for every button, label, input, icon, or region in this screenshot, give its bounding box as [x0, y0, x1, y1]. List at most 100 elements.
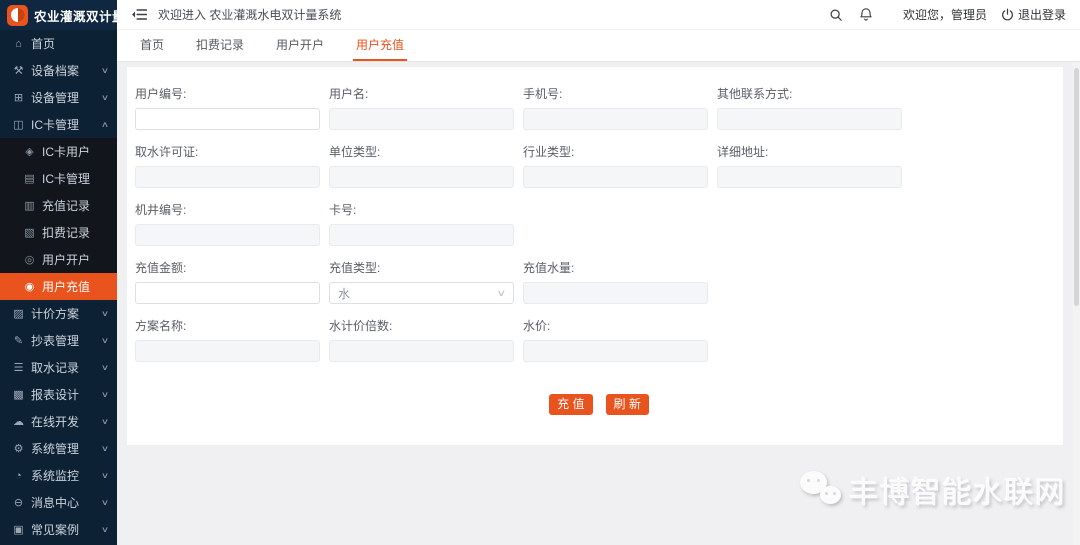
- chevron-down-icon: ∨: [101, 66, 109, 75]
- chevron-down-icon: ∨: [101, 525, 109, 534]
- sidebar-item-account-opening[interactable]: ◎ 用户开户: [0, 246, 117, 273]
- search-icon[interactable]: [821, 8, 851, 22]
- well-no-input: [135, 224, 320, 246]
- header-actions: 欢迎您，管理员 退出登录: [821, 6, 1066, 23]
- user-no-input[interactable]: [135, 108, 320, 130]
- field-label: 充值金额:: [135, 262, 329, 274]
- field-label: 用户编号:: [135, 88, 329, 100]
- sidebar-item-label: 报表设计: [31, 386, 96, 403]
- chevron-down-icon: ∨: [497, 288, 507, 299]
- recharge-volume-input: [523, 282, 708, 304]
- sidebar-item-label: IC卡管理: [31, 116, 96, 133]
- tab-user-recharge[interactable]: 用户充值: [340, 30, 420, 61]
- sidebar-item-home[interactable]: ⌂ 首页: [0, 30, 117, 57]
- field-label: 其他联系方式:: [717, 88, 911, 100]
- sidebar-item-ic-card-manage[interactable]: ◫ IC卡管理 ∧: [0, 111, 117, 138]
- book-icon: ▣: [12, 523, 25, 536]
- sidebar-item-recharge-records[interactable]: ▥ 充值记录: [0, 192, 117, 219]
- field-label: 取水许可证:: [135, 146, 329, 158]
- sidebar-item-report-design[interactable]: ▩ 报表设计 ∨: [0, 381, 117, 408]
- sidebar-item-label: 扣费记录: [42, 224, 108, 241]
- industry-type-input: [523, 166, 708, 188]
- tab-home[interactable]: 首页: [124, 30, 180, 61]
- sidebar-item-system-manage[interactable]: ⚙ 系统管理 ∨: [0, 435, 117, 462]
- chevron-down-icon: ∨: [101, 471, 109, 480]
- sidebar-item-device-manage[interactable]: ⊞ 设备管理 ∨: [0, 84, 117, 111]
- sidebar-item-device-archive[interactable]: ⚒ 设备档案 ∨: [0, 57, 117, 84]
- sidebar-item-ic-card-user[interactable]: ◈ IC卡用户: [0, 138, 117, 165]
- cloud-icon: ☁: [12, 415, 25, 428]
- scrollbar-thumb[interactable]: [1074, 68, 1079, 306]
- watermark: 丰博智能水联网: [797, 466, 1066, 514]
- watermark-text: 丰博智能水联网: [849, 468, 1066, 512]
- field-plan-name: 方案名称:: [135, 320, 329, 378]
- field-recharge-type: 充值类型: 水 ∨: [329, 262, 523, 320]
- field-label: 机井编号:: [135, 204, 329, 216]
- recharge-type-select[interactable]: 水 ∨: [329, 282, 514, 304]
- field-recharge-volume: 充值水量:: [523, 262, 717, 320]
- gauge-icon: ◔: [12, 470, 25, 482]
- sidebar-item-user-recharge[interactable]: ◉ 用户充值: [0, 273, 117, 300]
- recharge-amount-input[interactable]: [135, 282, 320, 304]
- chevron-down-icon: ∨: [101, 336, 109, 345]
- sidebar-item-pricing-plan[interactable]: ▨ 计价方案 ∨: [0, 300, 117, 327]
- app-logo-icon: [7, 5, 28, 26]
- recharge-button[interactable]: 充 值: [549, 394, 592, 415]
- vertical-scrollbar[interactable]: [1073, 62, 1080, 545]
- field-water-permit: 取水许可证:: [135, 146, 329, 204]
- bell-icon[interactable]: [851, 7, 881, 22]
- field-label: 详细地址:: [717, 146, 911, 158]
- sidebar-item-label: 系统监控: [31, 467, 96, 484]
- wechat-logo-icon: [797, 466, 847, 514]
- tab-account-opening[interactable]: 用户开户: [260, 30, 340, 61]
- user-greeting: 欢迎您，管理员: [903, 6, 987, 23]
- top-header: 欢迎进入 农业灌溉水电双计量系统 欢迎您，管理员 退出登录: [117, 0, 1080, 30]
- refresh-button[interactable]: 刷 新: [606, 394, 649, 415]
- sidebar-item-label: 取水记录: [31, 359, 96, 376]
- sidebar-item-online-dev[interactable]: ☁ 在线开发 ∨: [0, 408, 117, 435]
- sidebar-submenu-ic-card: ◈ IC卡用户 ▤ IC卡管理 ▥ 充值记录 ▧ 扣费记录 ◎ 用户开户 ◉ 用…: [0, 138, 117, 300]
- power-icon: [1001, 8, 1014, 21]
- coin-icon: ◉: [23, 280, 36, 293]
- sidebar: 农业灌溉双计量 ⌂ 首页 ⚒ 设备档案 ∨ ⊞ 设备管理 ∨ ◫ IC卡管理 ∧…: [0, 0, 117, 545]
- chevron-down-icon: ∨: [101, 93, 109, 102]
- card-icon: ▤: [23, 172, 36, 185]
- sidebar-item-ic-card-admin[interactable]: ▤ IC卡管理: [0, 165, 117, 192]
- wrench-icon: ⚒: [12, 64, 25, 77]
- field-label: 充值水量:: [523, 262, 717, 274]
- sidebar-item-system-monitor[interactable]: ◔ 系统监控 ∨: [0, 462, 117, 489]
- plan-name-input: [135, 340, 320, 362]
- clipboard-icon: ▨: [12, 307, 25, 320]
- logout-button[interactable]: 退出登录: [1001, 6, 1066, 23]
- document-icon: ▥: [23, 199, 36, 212]
- form-row-3: 机井编号: 卡号:: [135, 204, 1063, 262]
- other-contact-input: [717, 108, 902, 130]
- sidebar-item-label: 设备管理: [31, 89, 96, 106]
- water-price-input: [523, 340, 708, 362]
- field-water-price: 水价:: [523, 320, 717, 378]
- tab-deduction-records[interactable]: 扣费记录: [180, 30, 260, 61]
- sidebar-item-deduction-records[interactable]: ▧ 扣费记录: [0, 219, 117, 246]
- field-label: 单位类型:: [329, 146, 523, 158]
- water-permit-input: [135, 166, 320, 188]
- sidebar-item-meter-manage[interactable]: ✎ 抄表管理 ∨: [0, 327, 117, 354]
- field-user-name: 用户名:: [329, 88, 523, 146]
- sidebar-item-water-records[interactable]: ☰ 取水记录 ∨: [0, 354, 117, 381]
- user-recharge-form-card: 用户编号: 用户名: 手机号: 其他联系方式: 取水许可证: [127, 67, 1063, 445]
- sidebar-item-label: 消息中心: [31, 494, 96, 511]
- chevron-down-icon: ∨: [101, 444, 109, 453]
- chevron-down-icon: ∨: [101, 309, 109, 318]
- chevron-down-icon: ∨: [101, 390, 109, 399]
- phone-input: [523, 108, 708, 130]
- form-buttons: 充 值 刷 新: [135, 394, 1063, 415]
- sidebar-item-common-cases[interactable]: ▣ 常见案例 ∨: [0, 516, 117, 543]
- field-water-price-factor: 水计价倍数:: [329, 320, 523, 378]
- hamburger-icon[interactable]: [132, 8, 147, 21]
- field-label: 手机号:: [523, 88, 717, 100]
- sidebar-item-message-center[interactable]: ⊖ 消息中心 ∨: [0, 489, 117, 516]
- field-label: 用户名:: [329, 88, 523, 100]
- field-unit-type: 单位类型:: [329, 146, 523, 204]
- card-icon: ◫: [12, 118, 25, 131]
- file-icon: ▧: [23, 226, 36, 239]
- key-icon: ◈: [23, 145, 36, 158]
